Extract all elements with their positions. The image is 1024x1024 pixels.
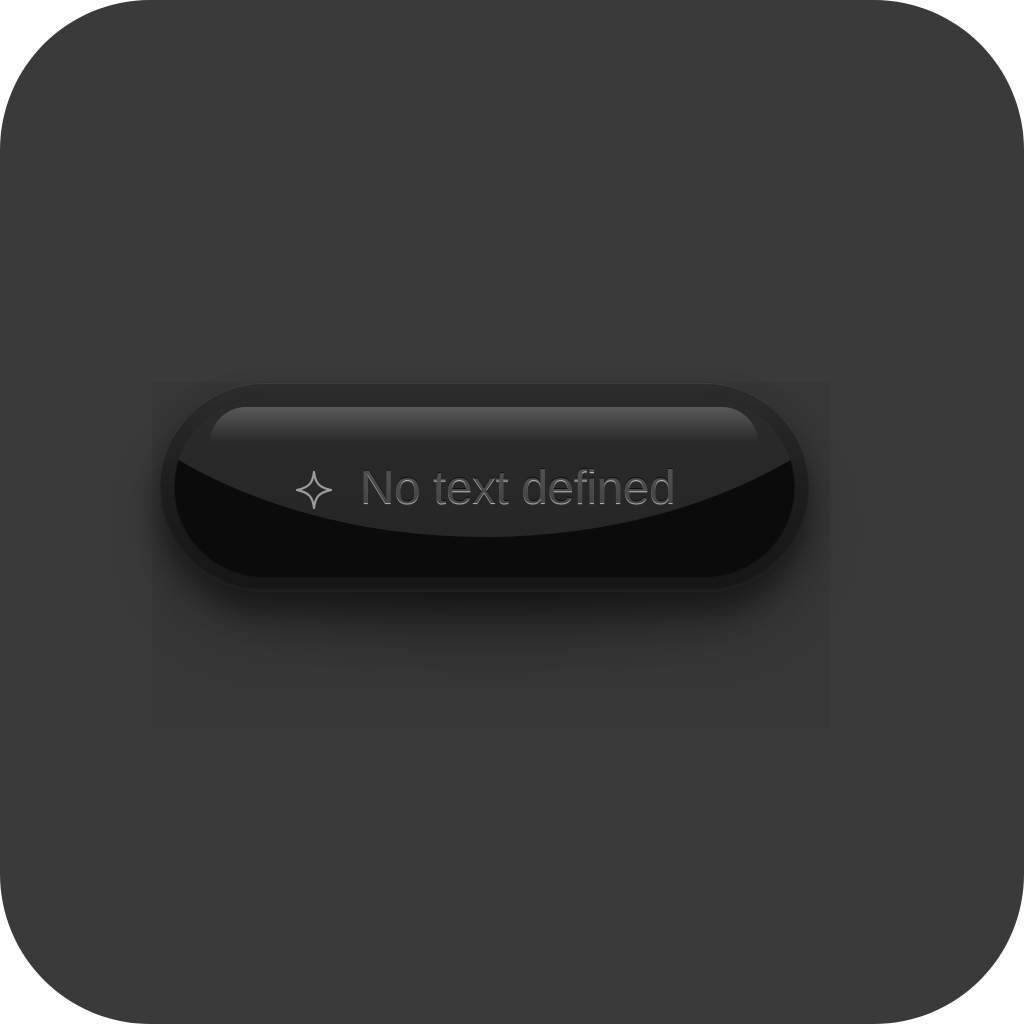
- button-content[interactable]: No text defined: [174, 458, 795, 518]
- button-label: No text defined: [359, 461, 676, 515]
- button-gloss-rim: [210, 407, 758, 443]
- sparkle-icon: [294, 466, 334, 510]
- app-canvas: No text defined: [0, 0, 1024, 1024]
